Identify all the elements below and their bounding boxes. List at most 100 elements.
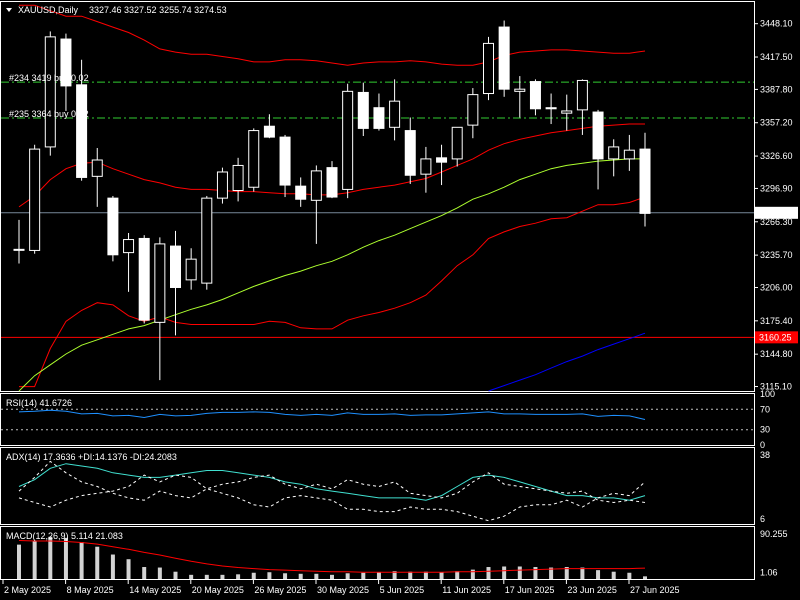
adx-title: ADX(14) 17.3636 +DI:14.1376 -DI:24.2083 (6, 452, 177, 462)
candle-body (529, 81, 541, 110)
chart-window[interactable]: 3448.10 3417.50 3387.80 3357.20 3326.60 3296.… (0, 0, 800, 600)
current-price-label: 3274.53 (759, 208, 792, 218)
candle-body (608, 146, 620, 160)
date-tick-label: 23 Jun 2025 (567, 585, 617, 595)
candle-body (154, 243, 166, 323)
price-tick-label: 3144.80 (760, 349, 793, 359)
ohlc-values: 3327.46 3327.52 3255.74 3274.53 (89, 5, 227, 15)
price-tick-label: 3206.00 (760, 282, 793, 292)
candle-body (389, 100, 401, 128)
order-label[interactable]: #234 3419 buy 0.02 (9, 73, 89, 83)
candle-body (91, 159, 103, 177)
candle-body (201, 197, 213, 284)
candle-body (404, 130, 416, 176)
candle-body (123, 239, 135, 254)
macd-bar (376, 572, 381, 579)
rsi-tick-label: 0 (760, 440, 765, 450)
candle-body (44, 36, 56, 148)
bull-candle (248, 128, 260, 192)
macd-bar (345, 573, 350, 579)
price-tick-label: 3175.40 (760, 316, 793, 326)
macd-bar (314, 573, 319, 579)
candle-body (248, 130, 260, 188)
macd-bar (580, 567, 585, 579)
price-tick-label: 3235.70 (760, 250, 793, 260)
macd-bar (267, 572, 272, 579)
macd-bar (220, 574, 225, 579)
macd-bar (251, 572, 256, 579)
date-tick-label: 11 Jun 2025 (442, 585, 491, 595)
candle-body (310, 170, 322, 201)
hline-price-label: 3160.25 (759, 332, 792, 342)
candle-body (498, 26, 510, 90)
date-tick-label: 8 May 2025 (67, 585, 114, 595)
price-tick-label: 3296.90 (760, 183, 793, 193)
candle-body (436, 157, 448, 163)
rsi-tick-label: 70 (760, 404, 770, 414)
date-tick-label: 26 May 2025 (254, 585, 306, 595)
candle-body (216, 171, 228, 199)
macd-bar (439, 572, 444, 579)
macd-bar (486, 567, 491, 579)
candle-body (623, 149, 635, 160)
macd-tick-label: 90.255 (760, 529, 788, 539)
macd-tick-label: 1.06 (760, 567, 778, 577)
price-tick-label: 3357.20 (760, 118, 793, 128)
adx-tick-label: 6 (760, 514, 765, 524)
macd-bar (330, 574, 334, 579)
candle-body (561, 110, 573, 114)
candle-body (295, 185, 307, 200)
rsi-tick-label: 30 (760, 425, 770, 435)
price-tick-label: 3326.60 (760, 151, 793, 161)
candle-body (279, 136, 291, 186)
macd-bar (283, 573, 288, 579)
macd-bar (157, 567, 162, 579)
candle-body (13, 248, 25, 251)
bull-candle (44, 31, 56, 156)
macd-bar (533, 567, 538, 579)
bull-candle (29, 144, 41, 254)
order-label[interactable]: #235 3364 buy 0.02 (9, 109, 89, 119)
bull-candle (201, 195, 213, 290)
candle-body (263, 125, 275, 138)
macd-title: MACD(12,26,9) 5.114 21.083 (6, 531, 123, 541)
candle-body (357, 91, 369, 129)
macd-bar (204, 574, 209, 579)
macd-bar (126, 559, 131, 579)
macd-bar (455, 571, 460, 579)
date-tick-label: 30 May 2025 (317, 585, 369, 595)
macd-bar (361, 572, 366, 579)
bear-candle (107, 195, 119, 262)
candle-body (76, 84, 88, 178)
candle-body (467, 94, 479, 126)
macd-bar (142, 567, 147, 579)
candle-body (592, 111, 604, 160)
macd-bar (298, 573, 303, 579)
rsi-title: RSI(14) 41.6726 (6, 398, 72, 408)
macd-bar (502, 566, 507, 579)
adx-tick-label: 38 (760, 450, 770, 460)
macd-bar (32, 540, 37, 579)
date-tick-label: 17 Jun 2025 (505, 585, 555, 595)
date-tick-label: 2 May 2025 (4, 585, 51, 595)
rsi-tick-label: 100 (760, 389, 775, 399)
macd-bar (173, 571, 178, 579)
bull-candle (216, 167, 228, 204)
bull-candle (342, 83, 354, 199)
macd-bar (643, 576, 647, 579)
candle-body (138, 237, 150, 321)
macd-bar (627, 572, 632, 579)
macd-bar (423, 571, 428, 579)
candle-body (483, 42, 494, 95)
date-tick-label: 27 Jun 2025 (630, 585, 680, 595)
symbol-label[interactable]: XAUUSD,Daily (18, 5, 79, 15)
price-tick-label: 3417.50 (760, 52, 793, 62)
macd-bar (48, 536, 53, 579)
macd-bar (517, 566, 522, 579)
candle-body (451, 126, 463, 160)
macd-bar (611, 571, 616, 579)
macd-bar (408, 571, 413, 579)
candle-body (373, 107, 385, 129)
date-tick-label: 14 May 2025 (129, 585, 181, 595)
price-tick-label: 3387.80 (760, 84, 793, 94)
